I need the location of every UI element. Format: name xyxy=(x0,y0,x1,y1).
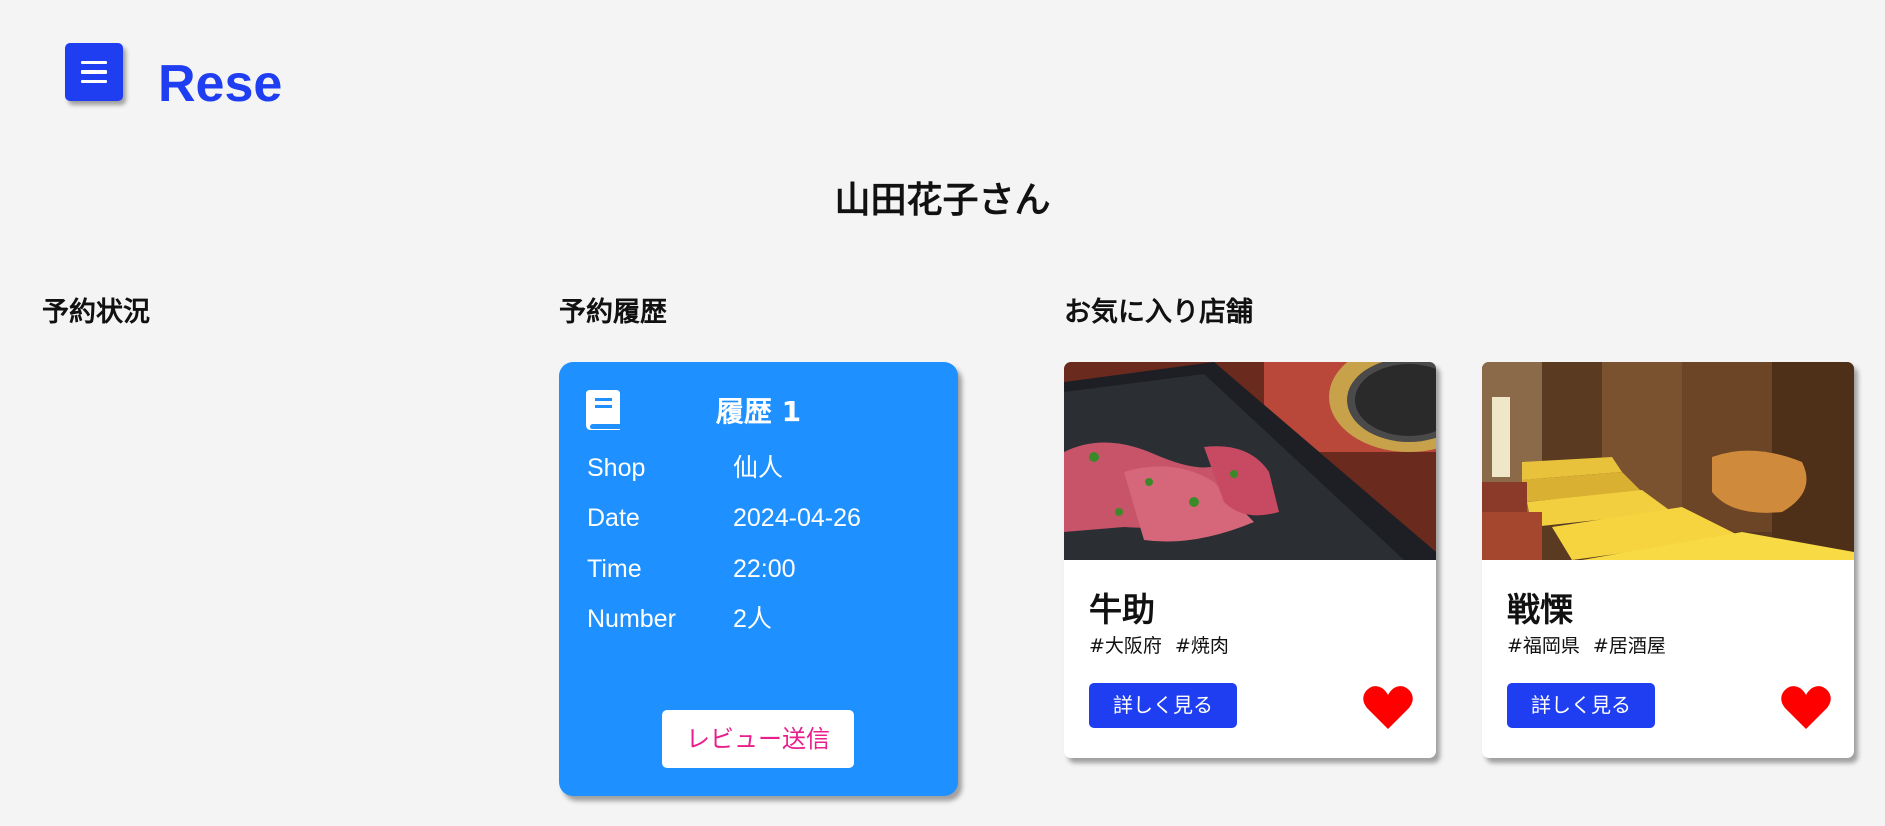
number-label: Number xyxy=(587,605,676,633)
review-submit-button[interactable]: レビュー送信 xyxy=(662,710,854,768)
shop-tags: #大阪府 #焼肉 xyxy=(1089,632,1229,660)
favorites-section-title: お気に入り店舗 xyxy=(1064,297,1253,328)
hamburger-menu-icon-bar xyxy=(81,70,107,74)
reservations-section-title: 予約状況 xyxy=(42,297,150,328)
hamburger-menu-icon xyxy=(81,60,107,65)
date-value: 2024-04-26 xyxy=(733,504,861,532)
area-tag[interactable]: #大阪府 xyxy=(1089,632,1162,660)
shop-label: Shop xyxy=(587,454,646,482)
time-label: Time xyxy=(587,555,642,583)
hamburger-menu-icon-bar xyxy=(81,79,107,84)
genre-tag[interactable]: #居酒屋 xyxy=(1593,632,1666,660)
app-logo[interactable]: Rese xyxy=(158,52,282,116)
shop-value: 仙人 xyxy=(733,454,784,482)
shop-name: 牛助 xyxy=(1089,590,1155,629)
shop-image xyxy=(1064,362,1436,560)
history-section-title: 予約履歴 xyxy=(559,297,667,328)
menu-button[interactable] xyxy=(65,43,123,101)
history-card-title: 履歴 1 xyxy=(715,395,802,428)
shop-tags: #福岡県 #居酒屋 xyxy=(1507,632,1666,660)
history-card: 履歴 1 Shop 仙人 Date 2024-04-26 Time 22:00 … xyxy=(559,362,958,796)
shop-detail-button[interactable]: 詳しく見る xyxy=(1507,683,1655,728)
heart-icon[interactable] xyxy=(1781,684,1831,730)
number-value: 2人 xyxy=(733,605,772,633)
shop-detail-button[interactable]: 詳しく見る xyxy=(1089,683,1237,728)
genre-tag[interactable]: #焼肉 xyxy=(1175,632,1229,660)
date-label: Date xyxy=(587,504,640,532)
favorite-shop-card: 戦慄 #福岡県 #居酒屋 詳しく見る xyxy=(1482,362,1854,758)
page-title: 山田花子さん xyxy=(834,180,1051,221)
area-tag[interactable]: #福岡県 xyxy=(1507,632,1580,660)
favorite-shop-card: 牛助 #大阪府 #焼肉 詳しく見る xyxy=(1064,362,1436,758)
shop-name: 戦慄 xyxy=(1507,590,1573,629)
time-value: 22:00 xyxy=(733,555,796,583)
shop-image xyxy=(1482,362,1854,560)
heart-icon[interactable] xyxy=(1363,684,1413,730)
